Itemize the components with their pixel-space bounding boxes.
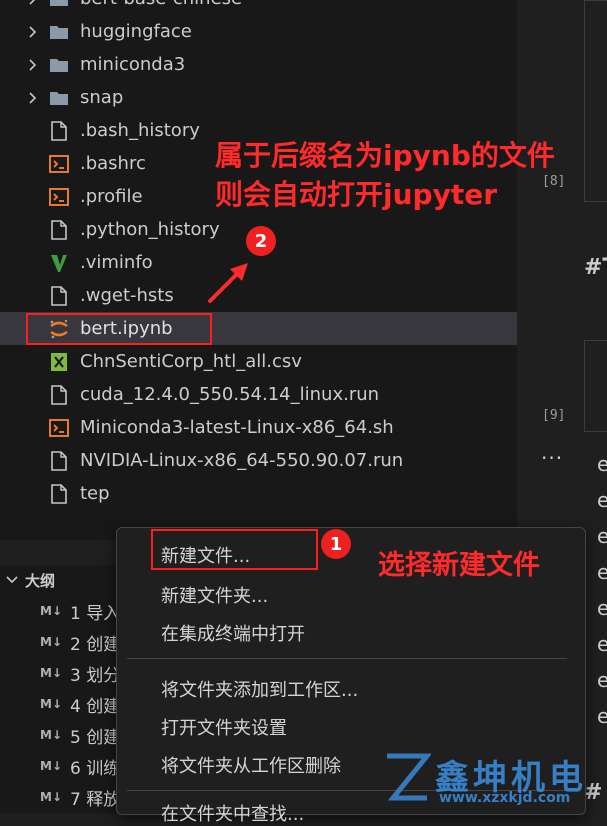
cell-output-text: e xyxy=(597,668,607,692)
csv-icon xyxy=(48,351,70,373)
terminal-file-icon xyxy=(48,186,70,208)
folder-icon xyxy=(48,54,70,76)
watermark-url: www.xzxkjd.com xyxy=(439,790,571,806)
terminal-file-icon xyxy=(48,153,70,175)
markdown-icon: M↓ xyxy=(40,697,62,711)
menu-separator xyxy=(127,658,567,659)
file-icon xyxy=(48,483,70,505)
markdown-icon: M↓ xyxy=(40,790,62,804)
folder-icon xyxy=(48,87,70,109)
explorer-item[interactable]: cuda_12.4.0_550.54.14_linux.run xyxy=(0,378,517,411)
outline-item-label: 4 创建 xyxy=(70,696,121,717)
explorer-item-label: ChnSentiCorp_htl_all.csv xyxy=(80,351,302,372)
explorer-item-label: .bash_history xyxy=(80,120,200,141)
markdown-icon: M↓ xyxy=(40,759,62,773)
cell-output-text: e xyxy=(597,488,607,512)
step-badge-1: 1 xyxy=(321,529,351,559)
outline-item[interactable]: M↓ 2 创建 xyxy=(40,627,120,657)
annotation-text: 属于后缀名为ipynb的文件 xyxy=(215,139,555,172)
chevron-right-icon xyxy=(24,24,40,40)
explorer-item-label: .bashrc xyxy=(80,153,146,174)
explorer-item-label: tep xyxy=(80,483,110,504)
menu-item-remove-folder-from-workspace[interactable]: 将文件夹从工作区删除 xyxy=(161,752,341,778)
markdown-icon: M↓ xyxy=(40,728,62,742)
folder-icon xyxy=(48,0,70,10)
explorer-item[interactable]: miniconda3 xyxy=(0,48,517,81)
menu-item-new-folder[interactable]: 新建文件夹... xyxy=(161,582,268,608)
explorer-item-label: .python_history xyxy=(80,219,220,240)
outline-item-label: 3 划分 xyxy=(70,665,121,686)
watermark-logo-icon xyxy=(387,753,431,801)
explorer-item[interactable]: ChnSentiCorp_htl_all.csv xyxy=(0,345,517,378)
notebook-cell[interactable] xyxy=(584,0,607,202)
chevron-right-icon xyxy=(24,0,40,7)
file-icon xyxy=(48,450,70,472)
cell-execution-count: [9] xyxy=(542,408,566,423)
cell-output-text: e xyxy=(597,452,607,476)
explorer-item-label: miniconda3 xyxy=(80,54,186,75)
chevron-right-icon xyxy=(24,90,40,106)
outline-item-label: 7 释放 xyxy=(70,789,121,810)
cell-execution-count: [8] xyxy=(542,174,566,189)
cell-output-text: e xyxy=(597,596,607,620)
explorer-item-label: huggingface xyxy=(80,21,192,42)
file-icon xyxy=(48,384,70,406)
explorer-item[interactable]: Miniconda3-latest-Linux-x86_64.sh xyxy=(0,411,517,444)
explorer-item-label: Miniconda3-latest-Linux-x86_64.sh xyxy=(80,417,394,438)
file-icon xyxy=(48,219,70,241)
chevron-down-icon xyxy=(4,571,20,591)
explorer-item[interactable]: NVIDIA-Linux-x86_64-550.90.07.run xyxy=(0,444,517,477)
outline-item-label: 5 创建 xyxy=(70,727,121,748)
explorer-item[interactable]: snap xyxy=(0,81,517,114)
outline-item[interactable]: M↓ 1 导入 xyxy=(40,596,120,626)
annotation-text: 选择新建文件 xyxy=(378,550,540,581)
file-icon xyxy=(48,120,70,142)
cell-output-text: e xyxy=(597,704,607,728)
chevron-right-icon xyxy=(24,57,40,73)
markdown-icon: M↓ xyxy=(40,666,62,680)
outline-item[interactable]: M↓ 7 释放 xyxy=(40,782,120,812)
outline-item-label: 1 导入 xyxy=(70,603,121,624)
explorer-item[interactable]: tep xyxy=(0,477,517,510)
cell-output-text: e xyxy=(597,560,607,584)
more-actions-icon[interactable]: ··· xyxy=(541,446,563,470)
explorer-item[interactable]: huggingface xyxy=(0,15,517,48)
explorer-item-label: NVIDIA-Linux-x86_64-550.90.07.run xyxy=(80,450,404,471)
explorer-item-label: .viminfo xyxy=(80,252,153,273)
menu-item-add-folder-to-workspace[interactable]: 将文件夹添加到工作区... xyxy=(161,676,358,702)
menu-item-find-in-folder[interactable]: 在文件夹中查找... xyxy=(161,800,304,826)
markdown-icon: M↓ xyxy=(40,604,62,618)
explorer-item-label: .wget-hsts xyxy=(80,285,174,306)
step-badge-2: 2 xyxy=(246,226,276,256)
outline-item[interactable]: M↓ 3 划分 xyxy=(40,658,120,688)
highlight-box xyxy=(151,529,318,570)
menu-item-open-in-terminal[interactable]: 在集成终端中打开 xyxy=(161,620,305,646)
watermark: 鑫坤机电 www.xzxkjd.com xyxy=(383,750,607,813)
cell-output-text: e xyxy=(597,524,607,548)
highlight-box xyxy=(26,313,212,345)
menu-item-open-folder-settings[interactable]: 打开文件夹设置 xyxy=(161,714,287,740)
outline-title: 大纲 xyxy=(25,572,56,590)
notebook-cell[interactable] xyxy=(584,340,607,432)
file-icon xyxy=(48,285,70,307)
explorer-item-label: bert-base-chinese xyxy=(80,0,242,9)
outline-item[interactable]: M↓ 6 训练 xyxy=(40,751,120,781)
explorer-item-label: .profile xyxy=(80,186,143,207)
outline-item[interactable]: M↓ 5 创建 xyxy=(40,720,120,750)
annotation-arrow xyxy=(208,263,248,303)
explorer-item-label: snap xyxy=(80,87,124,108)
explorer-item-label: cuda_12.4.0_550.54.14_linux.run xyxy=(80,384,380,405)
outline-item-label: 6 训练 xyxy=(70,758,121,779)
terminal-file-icon xyxy=(48,417,70,439)
folder-icon xyxy=(48,21,70,43)
explorer-item-partial[interactable]: bert-base-chinese xyxy=(0,0,517,15)
outline-item[interactable]: M↓ 4 创建 xyxy=(40,689,120,719)
vim-icon xyxy=(48,252,70,274)
cell-output-text: e xyxy=(597,632,607,656)
annotation-text: 则会自动打开jupyter xyxy=(215,178,498,211)
markdown-icon: M↓ xyxy=(40,635,62,649)
outline-item-label: 2 创建 xyxy=(70,634,121,655)
markdown-heading: #T xyxy=(584,255,607,280)
